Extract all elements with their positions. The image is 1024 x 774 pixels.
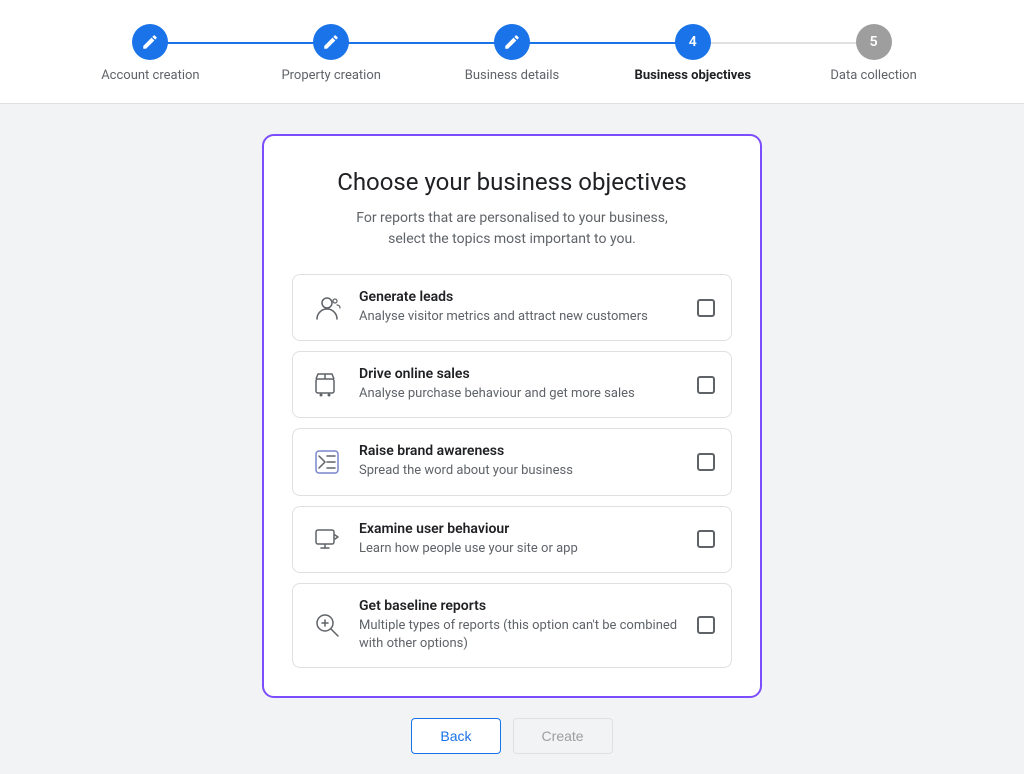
objective-user-behaviour[interactable]: Examine user behaviour Learn how people … bbox=[292, 506, 732, 573]
brand-desc: Spread the word about your business bbox=[359, 462, 683, 480]
card-title: Choose your business objectives bbox=[292, 168, 732, 196]
leads-icon bbox=[309, 290, 345, 326]
behaviour-checkbox[interactable] bbox=[697, 530, 715, 548]
step-business-details: Business details bbox=[422, 24, 603, 83]
objective-baseline-reports[interactable]: Get baseline reports Multiple types of r… bbox=[292, 583, 732, 668]
objective-drive-sales[interactable]: Drive online sales Analyse purchase beha… bbox=[292, 351, 732, 418]
brand-icon bbox=[309, 444, 345, 480]
step-label-business-details: Business details bbox=[465, 68, 559, 83]
step-data-collection: 5 Data collection bbox=[783, 24, 964, 83]
card-subtitle: For reports that are personalised to you… bbox=[292, 208, 732, 250]
step-circle-account bbox=[132, 24, 168, 60]
leads-text: Generate leads Analyse visitor metrics a… bbox=[359, 289, 683, 326]
behaviour-title: Examine user behaviour bbox=[359, 521, 683, 537]
step-account-creation: Account creation bbox=[60, 24, 241, 83]
objective-list: Generate leads Analyse visitor metrics a… bbox=[292, 274, 732, 668]
objective-brand-awareness[interactable]: Raise brand awareness Spread the word ab… bbox=[292, 428, 732, 495]
leads-desc: Analyse visitor metrics and attract new … bbox=[359, 308, 683, 326]
sales-text: Drive online sales Analyse purchase beha… bbox=[359, 366, 683, 403]
sales-title: Drive online sales bbox=[359, 366, 683, 382]
behaviour-icon bbox=[309, 521, 345, 557]
sales-icon bbox=[309, 367, 345, 403]
objectives-card: Choose your business objectives For repo… bbox=[262, 134, 762, 698]
brand-checkbox[interactable] bbox=[697, 453, 715, 471]
stepper: Account creation Property creation Busin… bbox=[0, 0, 1024, 104]
sales-desc: Analyse purchase behaviour and get more … bbox=[359, 385, 683, 403]
step-label-property: Property creation bbox=[281, 68, 381, 83]
leads-title: Generate leads bbox=[359, 289, 683, 305]
brand-title: Raise brand awareness bbox=[359, 443, 683, 459]
step-property-creation: Property creation bbox=[241, 24, 422, 83]
step-label-account: Account creation bbox=[101, 68, 199, 83]
step-circle-property bbox=[313, 24, 349, 60]
step-business-objectives: 4 Business objectives bbox=[602, 24, 783, 83]
leads-checkbox[interactable] bbox=[697, 299, 715, 317]
behaviour-text: Examine user behaviour Learn how people … bbox=[359, 521, 683, 558]
baseline-title: Get baseline reports bbox=[359, 598, 683, 614]
baseline-icon bbox=[309, 607, 345, 643]
behaviour-desc: Learn how people use your site or app bbox=[359, 540, 683, 558]
baseline-desc: Multiple types of reports (this option c… bbox=[359, 617, 683, 653]
brand-text: Raise brand awareness Spread the word ab… bbox=[359, 443, 683, 480]
step-circle-business-details bbox=[494, 24, 530, 60]
sales-checkbox[interactable] bbox=[697, 376, 715, 394]
baseline-text: Get baseline reports Multiple types of r… bbox=[359, 598, 683, 653]
baseline-checkbox[interactable] bbox=[697, 616, 715, 634]
step-label-data: Data collection bbox=[830, 68, 916, 83]
step-circle-data: 5 bbox=[856, 24, 892, 60]
step-circle-objectives: 4 bbox=[675, 24, 711, 60]
main-content: Choose your business objectives For repo… bbox=[0, 104, 1024, 774]
objective-generate-leads[interactable]: Generate leads Analyse visitor metrics a… bbox=[292, 274, 732, 341]
step-label-objectives: Business objectives bbox=[635, 68, 751, 83]
